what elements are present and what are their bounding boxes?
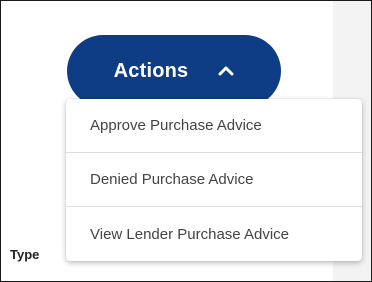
actions-button-label: Actions: [113, 59, 189, 82]
type-label: Type: [10, 247, 40, 262]
window-frame: Actions Type Approve Purchase Advice Den…: [0, 0, 372, 282]
menu-item-denied-purchase-advice[interactable]: Denied Purchase Advice: [66, 153, 362, 207]
chevron-up-icon: [218, 66, 234, 76]
actions-button[interactable]: Actions: [67, 35, 281, 107]
actions-dropdown-menu: Approve Purchase Advice Denied Purchase …: [66, 99, 362, 261]
menu-item-view-lender-purchase-advice[interactable]: View Lender Purchase Advice: [66, 207, 362, 261]
menu-item-approve-purchase-advice[interactable]: Approve Purchase Advice: [66, 99, 362, 153]
